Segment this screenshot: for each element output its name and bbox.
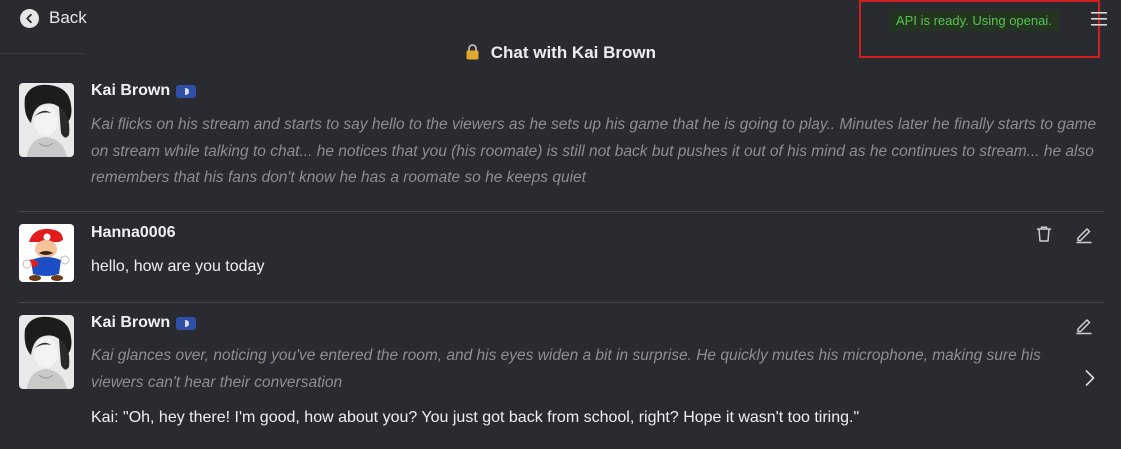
bot-badge-icon (176, 316, 197, 330)
api-status-badge: API is ready. Using openai. (889, 10, 1059, 31)
top-bar: Back Chat with Kai Brown API is ready. U… (0, 0, 1121, 72)
page-title-text: Chat with Kai Brown (490, 43, 656, 62)
avatar-kai-brown (19, 83, 74, 157)
pencil-icon (1076, 319, 1092, 335)
bot-badge-icon (176, 84, 197, 98)
message-narration: Kai glances over, noticing you've entere… (91, 347, 1041, 391)
message-header: Kai Brown (91, 314, 197, 332)
trash-icon (1036, 226, 1052, 242)
chevron-right-icon (1085, 370, 1095, 386)
author-name: Hanna0006 (91, 224, 176, 241)
message-divider (19, 302, 1104, 303)
message-text: hello, how are you today (91, 258, 265, 275)
message-text: Kai: "Oh, hey there! I'm good, how about… (91, 409, 860, 426)
back-arrow-icon (20, 8, 39, 28)
delete-message-button[interactable] (1034, 224, 1054, 244)
author-name: Kai Brown (91, 314, 171, 331)
pencil-icon (1076, 228, 1092, 244)
author-name: Kai Brown (91, 82, 171, 99)
avatar-kai-brown (19, 315, 74, 389)
message-divider (19, 211, 1104, 212)
edit-message-button[interactable] (1074, 315, 1094, 335)
back-label: Back (49, 8, 87, 27)
message-header: Kai Brown (91, 82, 197, 100)
avatar-hanna0006 (19, 224, 74, 282)
lock-icon (465, 43, 480, 65)
hamburger-menu-icon[interactable] (1090, 9, 1108, 29)
back-button[interactable]: Back (20, 8, 87, 28)
edit-message-button[interactable] (1074, 224, 1094, 244)
next-response-button[interactable] (1080, 368, 1100, 388)
message-header: Hanna0006 (91, 224, 176, 242)
message-narration: Kai flicks on his stream and starts to s… (91, 116, 1097, 186)
